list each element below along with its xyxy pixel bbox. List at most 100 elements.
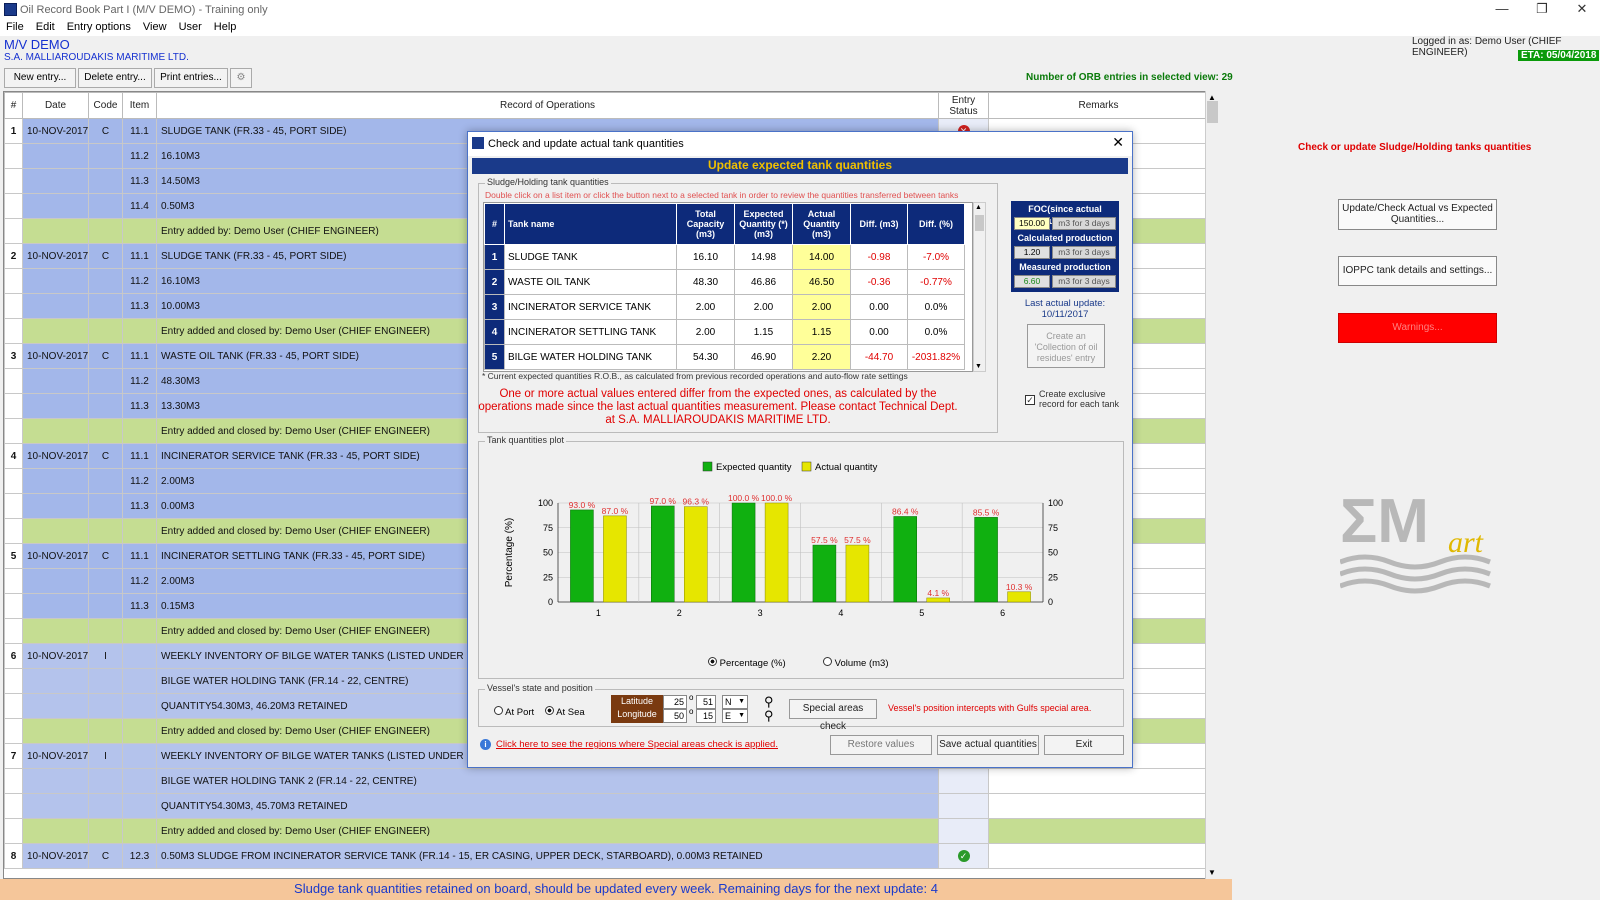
menu-user[interactable]: User [173,20,208,33]
menu-view[interactable]: View [137,20,173,33]
foc-value[interactable]: 150.00 [1014,217,1050,230]
row-date [22,293,89,319]
foc-box: FOC(since actual update) 150.00m3 for 3 … [1011,201,1119,292]
grid-scrollbar[interactable]: ▲ ▼ [1205,91,1219,879]
longitude-degrees[interactable]: 50 [663,709,687,723]
col-header-status[interactable]: Entry Status [938,92,989,119]
x-tick-label: 3 [758,608,763,618]
close-window-button[interactable]: ✕ [1562,0,1600,20]
print-entries-button[interactable]: Print entries... [154,68,228,88]
tank-col-diff-pct[interactable]: Diff. (%) [907,203,965,245]
row-code: C [88,343,123,369]
at-sea-option[interactable]: At Sea [545,706,585,718]
bar-expected [893,516,917,603]
latitude-hemisphere-select[interactable]: N ▼ [722,695,748,709]
tank-col-name[interactable]: Tank name [504,203,677,245]
tank-col-capacity[interactable]: Total Capacity (m3) [676,203,735,245]
scroll-down-icon[interactable]: ▼ [1208,868,1216,877]
col-header-date[interactable]: Date [22,92,89,119]
calc-production-value: 1.20 [1014,246,1050,259]
col-header-code[interactable]: Code [88,92,123,119]
row-date: 10-NOV-2017 [22,843,89,869]
latitude-minutes[interactable]: 51 [696,695,716,709]
tank-col-diff[interactable]: Diff. (m3) [850,203,908,245]
special-areas-check-button[interactable]: Special areas check [789,699,877,732]
tank-row[interactable]: 4 INCINERATOR SETTLING TANK 2.00 1.15 1.15 0.… [484,319,965,345]
percentage-option[interactable]: Percentage (%) [708,657,786,669]
vessel-group-label: Vessel's state and position [485,683,595,693]
percentage-radio[interactable] [708,657,717,666]
status-message: Sludge tank quantities retained on board… [0,879,1232,900]
tank-col-number[interactable]: # [484,203,505,245]
row-code [88,268,123,294]
tank-scroll-thumb[interactable] [975,215,984,231]
tank-footnote: * Current expected quantities R.O.B., as… [482,371,908,381]
scroll-thumb[interactable] [1207,101,1218,123]
save-actual-quantities-button[interactable]: Save actual quantities [937,735,1039,755]
longitude-hemisphere: E [725,711,732,721]
menu-file[interactable]: File [0,20,30,33]
menu-edit[interactable]: Edit [30,20,61,33]
warnings-button[interactable]: Warnings... [1338,313,1497,343]
table-row[interactable]: QUANTITY54.30M3, 45.70M3 RETAINED [4,793,1209,819]
ioppc-settings-button[interactable]: IOPPC tank details and settings... [1338,256,1497,286]
restore-values-button[interactable]: Restore values [830,735,932,755]
dialog-heading: Update expected tank quantities [472,158,1128,174]
special-areas-link[interactable]: Click here to see the regions where Spec… [496,739,778,750]
tank-col-actual[interactable]: Actual Quantity (m3) [792,203,851,245]
longitude-hemisphere-select[interactable]: E ▼ [722,709,748,723]
tank-row[interactable]: 1 SLUDGE TANK 16.10 14.98 14.00 -0.98 -7.0% [484,244,965,270]
delete-entry-button[interactable]: Delete entry... [78,68,152,88]
settings-toolbar-button[interactable]: ⚙ [230,68,252,88]
minimize-button[interactable]: — [1482,0,1522,20]
col-header-item[interactable]: Item [122,92,157,119]
tank-table-scrollbar[interactable]: ▲ ▼ [973,202,986,372]
restore-button[interactable]: ❐ [1522,0,1562,20]
tank-actual[interactable]: 2.20 [792,344,851,370]
tank-actual[interactable]: 1.15 [792,319,851,345]
col-header-number[interactable]: # [4,92,23,119]
tank-row[interactable]: 5 BILGE WATER HOLDING TANK 54.30 46.90 2.20-… [484,344,965,370]
row-code [88,468,123,494]
map-pin-icon[interactable]: ⚲ [764,708,774,724]
data-label-actual: 96.3 % [683,497,710,507]
table-row[interactable]: 8 10-NOV-2017 C 12.3 0.50M3 SLUDGE FROM INCI… [4,843,1209,869]
table-row[interactable]: BILGE WATER HOLDING TANK 2 (FR.14 - 22, … [4,768,1209,794]
degree-symbol: o [689,693,694,702]
longitude-minutes[interactable]: 15 [696,709,716,723]
dialog-close-icon[interactable]: ✕ [1112,134,1124,151]
col-header-remarks[interactable]: Remarks [988,92,1209,119]
exit-button[interactable]: Exit [1044,735,1124,755]
col-header-record[interactable]: Record of Operations [156,92,939,119]
tank-scroll-down-icon[interactable]: ▼ [975,363,982,370]
row-number [4,293,23,319]
tank-actual[interactable]: 2.00 [792,294,851,320]
tank-row[interactable]: 3 INCINERATOR SERVICE TANK 2.00 2.00 2.00 0.0… [484,294,965,320]
row-item [122,693,157,719]
menu-help[interactable]: Help [208,20,243,33]
at-port-option[interactable]: At Port [494,706,534,718]
exclusive-record-option[interactable]: ✓ Create exclusive record for each tank [1025,389,1125,409]
menu-entry-options[interactable]: Entry options [61,20,137,33]
tank-col-expected[interactable]: Expected Quantity (*) (m3) [734,203,793,245]
row-item: 11.3 [122,293,157,319]
tank-scroll-up-icon[interactable]: ▲ [975,204,982,211]
latitude-degrees[interactable]: 25 [663,695,687,709]
bar-actual [1007,591,1031,603]
update-check-button[interactable]: Update/Check Actual vs Expected Quantiti… [1338,199,1497,230]
tank-row[interactable]: 2 WASTE OIL TANK 48.30 46.86 46.50 -0.36 -0.77… [484,269,965,295]
at-sea-radio[interactable] [545,706,554,715]
exclusive-record-checkbox[interactable]: ✓ [1025,395,1035,405]
data-label-expected: 100.0 % [728,493,760,503]
new-entry-button[interactable]: New entry... [4,68,76,88]
collection-entry-button[interactable]: Create an 'Collection of oil residues' e… [1027,324,1105,368]
row-number [4,668,23,694]
at-port-radio[interactable] [494,706,503,715]
table-row[interactable]: Entry added and closed by: Demo User (CH… [4,818,1209,844]
company-logo: ΣM art [1339,480,1520,610]
tank-actual[interactable]: 14.00 [792,244,851,270]
volume-option[interactable]: Volume (m3) [823,657,889,669]
tank-table[interactable]: # Tank name Total Capacity (m3) Expected… [483,202,973,372]
tank-actual[interactable]: 46.50 [792,269,851,295]
volume-radio[interactable] [823,657,832,666]
